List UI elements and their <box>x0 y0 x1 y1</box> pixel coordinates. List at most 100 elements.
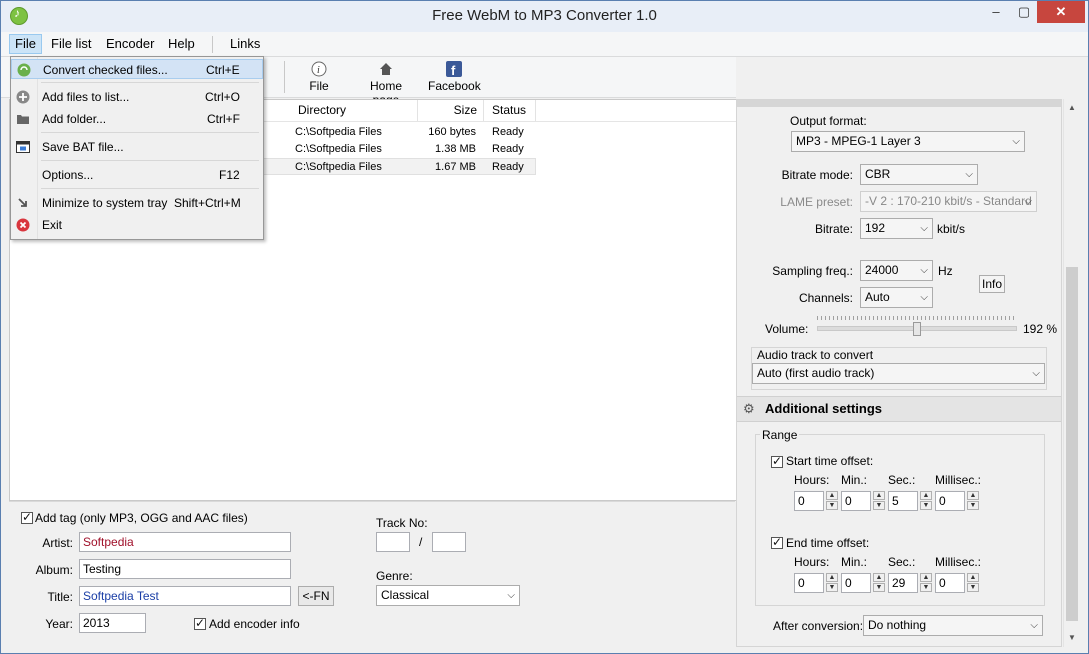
spin-down-icon[interactable]: ▼ <box>826 583 838 592</box>
menu-encoder[interactable]: Encoder <box>101 35 159 53</box>
spin-down-icon[interactable]: ▼ <box>826 501 838 510</box>
album-input[interactable]: Testing <box>79 559 291 579</box>
lame-preset-select[interactable]: -V 2 : 170-210 kbit/s - Standard ⌵ <box>860 191 1037 212</box>
after-conversion-select[interactable]: Do nothing ⌵ <box>863 615 1043 636</box>
add-encoder-info-checkbox[interactable] <box>194 616 206 630</box>
title-label: Title: <box>47 590 73 604</box>
end-hours-value[interactable]: 0 <box>794 573 824 593</box>
column-status[interactable]: Status <box>484 100 536 121</box>
artist-input[interactable]: Softpedia <box>79 532 291 552</box>
chevron-down-icon: ⌵ <box>1012 136 1020 147</box>
start-sec-value[interactable]: 5 <box>888 491 918 511</box>
lame-preset-value: -V 2 : 170-210 kbit/s - Standard <box>865 194 1032 208</box>
spin-up-icon[interactable]: ▲ <box>967 573 979 582</box>
channels-select[interactable]: Auto ⌵ <box>860 287 933 308</box>
volume-label: Volume: <box>765 322 809 336</box>
add-encoder-info-label: Add encoder info <box>209 617 300 631</box>
spin-up-icon[interactable]: ▲ <box>920 573 932 582</box>
menu-item-save-bat[interactable]: Save BAT file... <box>11 137 263 157</box>
additional-settings-header[interactable]: ⚙ Additional settings <box>737 396 1061 422</box>
spin-up-icon[interactable]: ▲ <box>826 573 838 582</box>
row-status: Ready <box>492 161 524 173</box>
close-button[interactable]: ✕ <box>1037 1 1085 23</box>
end-min-value[interactable]: 0 <box>841 573 871 593</box>
end-offset-checkbox[interactable] <box>771 535 783 549</box>
row-size: 1.38 MB <box>435 143 476 155</box>
channels-value: Auto <box>865 290 890 304</box>
output-format-select[interactable]: MP3 - MPEG-1 Layer 3 ⌵ <box>791 131 1025 152</box>
menu-item-convert[interactable]: Convert checked files... Ctrl+E <box>11 59 263 79</box>
year-input[interactable]: 2013 <box>79 613 146 633</box>
sampling-freq-select[interactable]: 24000 ⌵ <box>860 260 933 281</box>
bitrate-select[interactable]: 192 ⌵ <box>860 218 933 239</box>
info-icon: i <box>311 61 327 77</box>
row-size: 1.67 MB <box>435 161 476 173</box>
menu-item-shortcut: Ctrl+E <box>206 63 240 77</box>
bitrate-mode-select[interactable]: CBR ⌵ <box>860 164 978 185</box>
chevron-down-icon: ⌵ <box>920 223 928 234</box>
spin-down-icon[interactable]: ▼ <box>920 501 932 510</box>
menu-item-add-folder[interactable]: Add folder... Ctrl+F <box>11 109 263 129</box>
toolbar-facebook-button[interactable]: f Facebook <box>428 61 481 93</box>
menu-item-label: Minimize to system tray <box>42 196 168 210</box>
toolbar-file-button[interactable]: i File <box>301 61 337 93</box>
bat-file-icon <box>16 141 30 153</box>
menu-help[interactable]: Help <box>163 35 200 53</box>
menu-item-shortcut: Ctrl+O <box>205 90 241 104</box>
maximize-button[interactable]: ▢ <box>1011 1 1037 23</box>
genre-select[interactable]: Classical ⌵ <box>376 585 520 606</box>
start-offset-checkbox[interactable] <box>771 454 783 468</box>
scroll-down-icon[interactable]: ▼ <box>1068 633 1076 642</box>
track-total-input[interactable] <box>432 532 466 552</box>
menu-item-add-files[interactable]: Add files to list... Ctrl+O <box>11 87 263 107</box>
menu-item-options[interactable]: Options... F12 <box>11 165 263 185</box>
column-size[interactable]: Size <box>418 100 484 121</box>
menu-separator <box>41 132 259 133</box>
settings-scrollbar[interactable]: ▲ ▼ <box>1063 99 1081 647</box>
column-directory[interactable]: Directory <box>290 100 418 121</box>
add-tag-checkbox[interactable] <box>21 510 33 524</box>
menu-item-exit[interactable]: Exit <box>11 215 263 235</box>
audio-track-select[interactable]: Auto (first audio track) ⌵ <box>752 363 1045 384</box>
title-input[interactable]: Softpedia Test <box>79 586 291 606</box>
album-label: Album: <box>35 563 73 577</box>
spin-up-icon[interactable]: ▲ <box>873 573 885 582</box>
menu-links[interactable]: Links <box>225 35 265 53</box>
spin-up-icon[interactable]: ▲ <box>826 491 838 500</box>
end-hours-label: Hours: <box>794 555 830 569</box>
end-ms-value[interactable]: 0 <box>935 573 965 593</box>
spin-up-icon[interactable]: ▲ <box>873 491 885 500</box>
scrollbar-thumb[interactable] <box>1066 267 1078 621</box>
bitrate-label: Bitrate: <box>814 222 853 236</box>
start-ms-value[interactable]: 0 <box>935 491 965 511</box>
menu-item-label: Exit <box>42 218 63 232</box>
spin-down-icon[interactable]: ▼ <box>920 583 932 592</box>
start-hours-value[interactable]: 0 <box>794 491 824 511</box>
info-button[interactable]: Info <box>979 275 1005 293</box>
spin-down-icon[interactable]: ▼ <box>967 501 979 510</box>
spin-up-icon[interactable]: ▲ <box>920 491 932 500</box>
menu-bar: File File list Encoder Help Links <box>1 32 1088 57</box>
start-min-value[interactable]: 0 <box>841 491 871 511</box>
menu-file-list[interactable]: File list <box>46 35 96 53</box>
scroll-up-icon[interactable]: ▲ <box>1068 103 1076 112</box>
menu-item-label: Add files to list... <box>42 90 130 104</box>
row-status: Ready <box>492 143 524 155</box>
spin-down-icon[interactable]: ▼ <box>967 583 979 592</box>
row-status: Ready <box>492 126 524 138</box>
menu-item-minimize[interactable]: Minimize to system tray Shift+Ctrl+M <box>11 193 263 213</box>
filename-to-title-button[interactable]: <-FN <box>298 586 334 606</box>
minimize-button[interactable]: – <box>981 1 1011 23</box>
range-label: Range <box>760 428 800 442</box>
chevron-down-icon: ⌵ <box>1024 196 1032 207</box>
audio-track-label: Audio track to convert <box>755 348 876 362</box>
spin-down-icon[interactable]: ▼ <box>873 583 885 592</box>
end-sec-value[interactable]: 29 <box>888 573 918 593</box>
volume-slider-thumb[interactable] <box>913 322 921 336</box>
spin-down-icon[interactable]: ▼ <box>873 501 885 510</box>
exit-icon <box>16 218 30 232</box>
menu-file[interactable]: File <box>9 34 42 54</box>
lame-preset-label: LAME preset: <box>780 195 853 209</box>
track-number-input[interactable] <box>376 532 410 552</box>
spin-up-icon[interactable]: ▲ <box>967 491 979 500</box>
